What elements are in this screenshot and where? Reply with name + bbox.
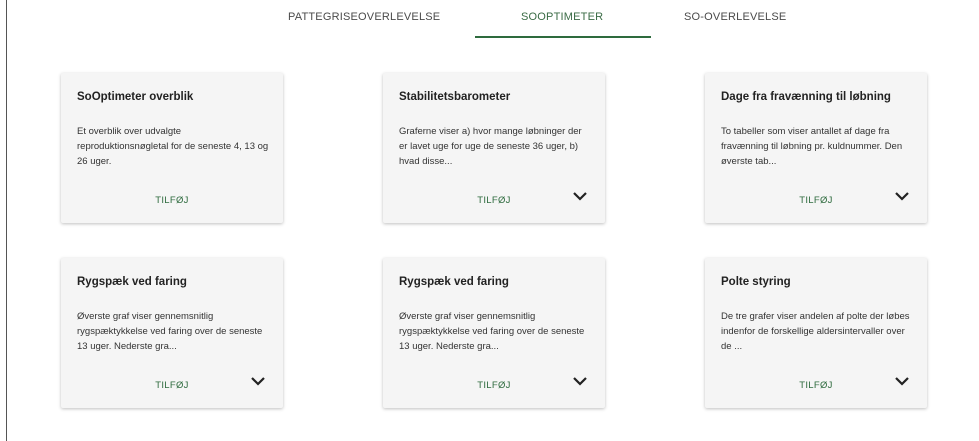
widget-card: SoOptimeter overblik Et overblik over ud… [61,73,283,223]
widget-card: Rygspæk ved faring Øverste graf viser ge… [61,258,283,408]
add-button[interactable]: TILFØJ [147,380,197,391]
add-button[interactable]: TILFØJ [791,380,841,391]
add-button[interactable]: TILFØJ [469,195,519,206]
chevron-down-icon[interactable] [893,189,911,203]
card-title: Rygspæk ved faring [77,276,187,288]
tab-bar: PATTEGRISEOVERLEVELSE SOOPTIMETER SO-OVE… [0,0,979,40]
card-title: Stabilitetsbarometer [399,91,511,103]
widget-card: Stabilitetsbarometer Graferne viser a) h… [383,73,605,223]
tab-pattegriseoverlevelse[interactable]: PATTEGRISEOVERLEVELSE [288,11,440,23]
card-title: Dage fra fravænning til løbning [721,91,891,103]
active-tab-indicator [475,36,651,38]
tab-sooptimeter[interactable]: SOOPTIMETER [521,11,603,23]
card-description: Graferne viser a) hvor mange løbninger d… [399,126,582,167]
card-description: Et overblik over udvalgte reproduktionsn… [77,126,269,167]
card-description: Øverste graf viser gennemsnitlig rygspæk… [77,311,263,352]
add-button[interactable]: TILFØJ [147,195,197,206]
widget-card: Rygspæk ved faring Øverste graf viser ge… [383,258,605,408]
page-left-border [6,0,7,441]
chevron-down-icon[interactable] [249,374,267,388]
card-title: Polte styring [721,276,791,288]
add-button[interactable]: TILFØJ [469,380,519,391]
widget-card: Polte styring De tre grafer viser andele… [705,258,927,408]
widget-card: Dage fra fravænning til løbning To tabel… [705,73,927,223]
card-description: Øverste graf viser gennemsnitlig rygspæk… [399,311,585,352]
card-title: SoOptimeter overblik [77,91,194,103]
add-button[interactable]: TILFØJ [791,195,841,206]
card-description: To tabeller som viser antallet af dage f… [721,126,903,167]
tab-so-overlevelse[interactable]: SO-OVERLEVELSE [684,11,786,23]
card-title: Rygspæk ved faring [399,276,509,288]
card-description: De tre grafer viser andelen af polte der… [721,311,910,352]
chevron-down-icon[interactable] [571,374,589,388]
chevron-down-icon[interactable] [571,189,589,203]
chevron-down-icon[interactable] [893,374,911,388]
